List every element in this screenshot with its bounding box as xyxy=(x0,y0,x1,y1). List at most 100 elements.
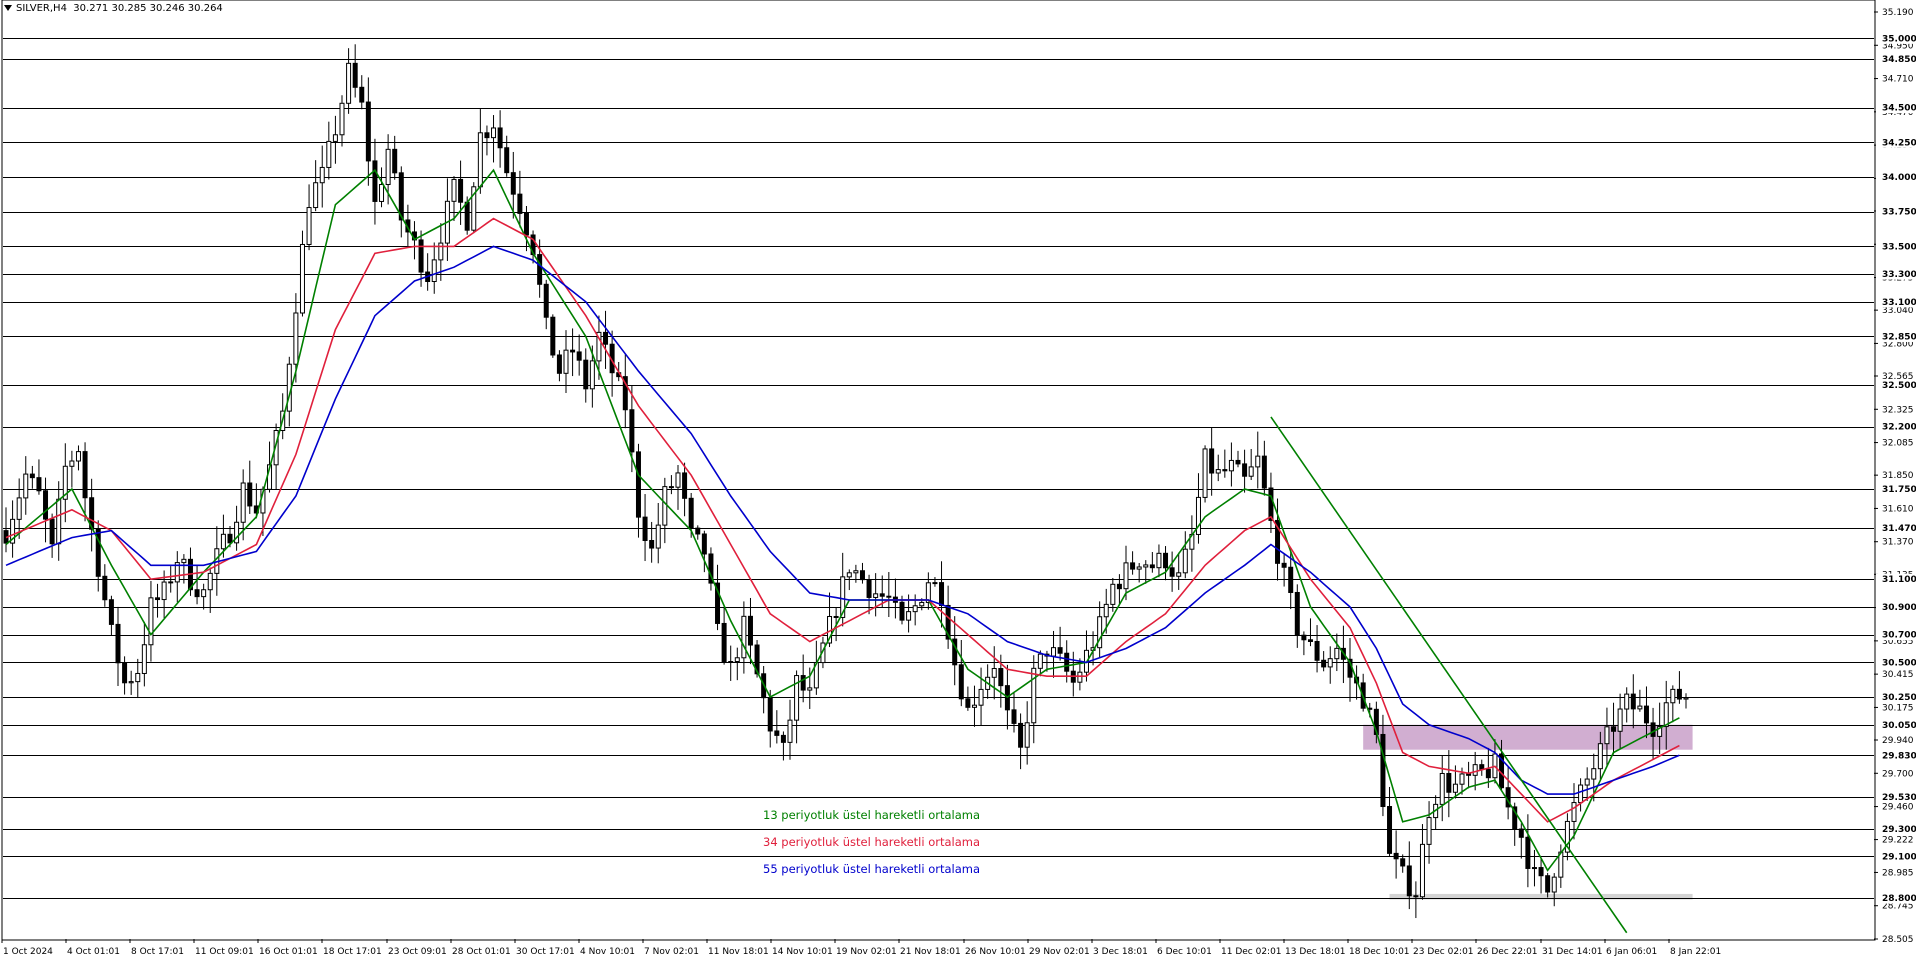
candle-body xyxy=(1057,647,1063,654)
x-tick-label: 7 Nov 02:01 xyxy=(644,947,699,957)
candle-body xyxy=(36,477,42,492)
y-tick-label: 29.700 xyxy=(1882,769,1914,779)
candle-body xyxy=(866,579,872,598)
level-label: 29.300 xyxy=(1882,825,1916,835)
x-tick-label: 21 Nov 18:01 xyxy=(900,947,961,957)
candle-body xyxy=(800,675,806,691)
candle-body xyxy=(1103,603,1109,618)
candle-body xyxy=(701,533,707,555)
level-label: 32.200 xyxy=(1882,423,1916,433)
candle-body xyxy=(583,359,589,390)
x-tick-label: 11 Nov 18:01 xyxy=(708,947,769,957)
x-tick-label: 30 Oct 17:01 xyxy=(516,947,575,957)
candle-body xyxy=(458,178,464,203)
dropdown-triangle-icon[interactable] xyxy=(4,5,12,11)
candle-body xyxy=(339,102,345,136)
candle-body xyxy=(1018,722,1024,748)
y-tick-label: 28.985 xyxy=(1882,868,1914,878)
level-label: 30.700 xyxy=(1882,631,1916,641)
candle-body xyxy=(1650,722,1656,737)
candle-body xyxy=(728,661,734,664)
level-label: 30.250 xyxy=(1882,693,1916,703)
candle-body xyxy=(517,193,523,214)
candle-body xyxy=(1123,562,1129,590)
candle-body xyxy=(859,570,865,581)
candle-body xyxy=(102,575,108,601)
candle-body xyxy=(1597,743,1603,770)
candle-body xyxy=(1248,466,1254,477)
x-tick-label: 4 Nov 10:01 xyxy=(580,947,635,957)
candle-body xyxy=(1400,858,1406,867)
level-label: 33.300 xyxy=(1882,270,1916,280)
candle-body xyxy=(1683,697,1689,700)
candle-body xyxy=(1228,459,1234,472)
level-label: 29.530 xyxy=(1882,793,1916,803)
candle-body xyxy=(912,605,918,613)
candle-body xyxy=(780,734,786,743)
candle-body xyxy=(194,589,200,598)
candle-body xyxy=(1643,705,1649,724)
x-tick-label: 8 Oct 17:01 xyxy=(131,947,184,957)
candle-body xyxy=(141,644,147,674)
y-tick-label: 31.850 xyxy=(1882,471,1914,481)
candle-body xyxy=(873,593,879,598)
candle-body xyxy=(1413,895,1419,898)
x-tick-label: 19 Nov 02:01 xyxy=(836,947,897,957)
candle-body xyxy=(43,490,49,520)
candle-body xyxy=(1202,448,1208,498)
y-tick-label: 34.710 xyxy=(1882,75,1914,85)
x-tick-label: 23 Oct 09:01 xyxy=(388,947,447,957)
candle-body xyxy=(695,527,701,535)
chart-header[interactable]: SILVER,H4 30.271 30.285 30.246 30.264 xyxy=(4,3,223,14)
x-tick-label: 13 Dec 18:01 xyxy=(1285,947,1346,957)
candle-body xyxy=(589,360,595,390)
candle-body xyxy=(1419,843,1425,898)
candle-body xyxy=(352,62,358,88)
candle-body xyxy=(16,497,22,520)
candle-body xyxy=(299,243,305,314)
candle-body xyxy=(1051,647,1057,657)
candle-body xyxy=(675,472,681,488)
candle-body xyxy=(1301,634,1307,641)
candle-body xyxy=(1222,469,1228,472)
x-tick-label: 11 Dec 02:01 xyxy=(1221,947,1282,957)
candle-body xyxy=(1584,778,1590,786)
price-axis[interactable]: 35.19034.95034.71034.47034.23033.99033.7… xyxy=(1874,8,1916,945)
candle-body xyxy=(998,668,1004,687)
candle-body xyxy=(1169,567,1175,577)
candle-body xyxy=(1578,784,1584,804)
candle-body xyxy=(662,486,668,526)
candle-body xyxy=(392,148,398,174)
candle-body xyxy=(115,623,121,664)
candle-body xyxy=(1077,671,1083,683)
candle-body xyxy=(991,668,997,678)
candle-body xyxy=(201,589,207,598)
candle-body xyxy=(1387,806,1393,854)
candle-body xyxy=(655,524,661,549)
candle-body xyxy=(1182,548,1188,574)
candle-body xyxy=(747,615,753,646)
candle-body xyxy=(1393,852,1399,860)
candle-body xyxy=(576,351,582,361)
legend-ema55: 55 periyotluk üstel hareketli ortalama xyxy=(763,862,981,876)
candle-body xyxy=(563,349,569,374)
candle-body xyxy=(1624,693,1630,710)
candle-body xyxy=(1406,865,1412,897)
level-label: 32.500 xyxy=(1882,381,1916,391)
level-label: 33.100 xyxy=(1882,298,1916,308)
candle-body xyxy=(451,178,457,202)
candle-body xyxy=(484,132,490,139)
level-label: 33.500 xyxy=(1882,242,1916,252)
legend-ema34: 34 periyotluk üstel hareketli ortalama xyxy=(763,835,981,849)
time-axis[interactable]: 1 Oct 2024 4 Oct 01:01 8 Oct 17:01 11 Oct 0… xyxy=(1,939,1721,957)
x-tick-label: 18 Dec 10:01 xyxy=(1349,947,1410,957)
legend-ema13: 13 periyotluk üstel hareketli ortalama xyxy=(763,808,981,822)
candle-body xyxy=(1545,875,1551,893)
candle-body xyxy=(1611,726,1617,732)
candle-body xyxy=(1591,768,1597,780)
candle-body xyxy=(1538,867,1544,877)
x-tick-label: 11 Oct 09:01 xyxy=(195,947,254,957)
candle-body xyxy=(774,730,780,736)
y-tick-label: 32.085 xyxy=(1882,439,1914,449)
candle-body xyxy=(971,704,977,708)
